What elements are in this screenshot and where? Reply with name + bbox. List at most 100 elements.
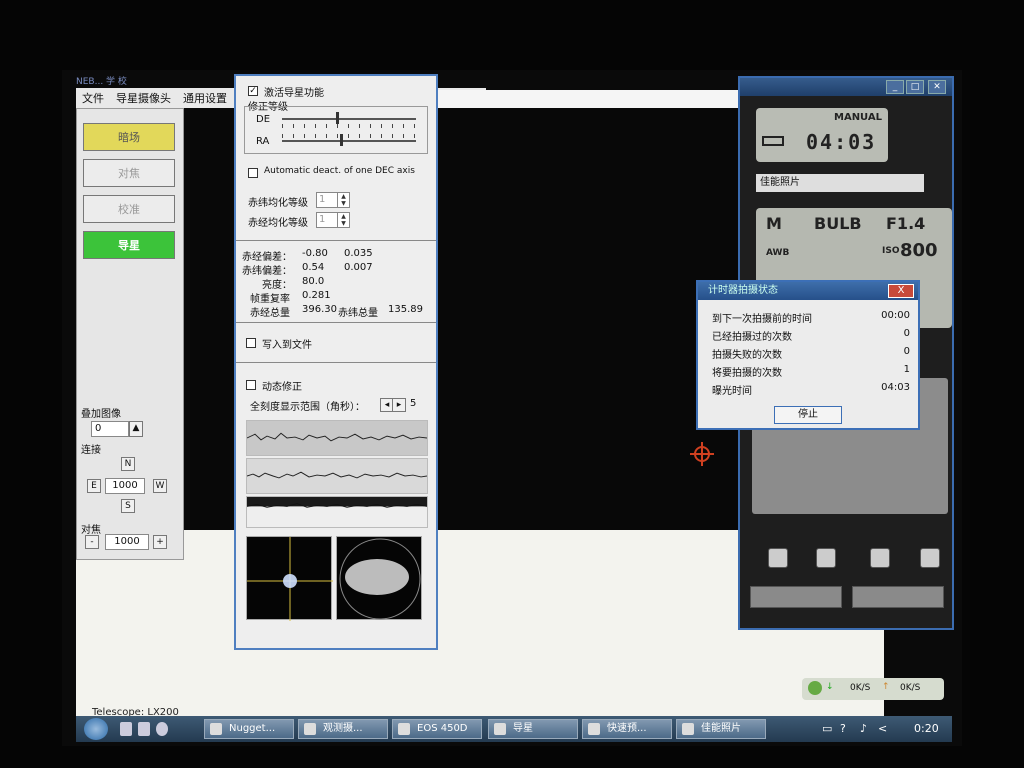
camera-folder-icon[interactable] [870,548,890,568]
dec-avg-spinner[interactable]: ▲ ▼ [337,193,349,207]
focus-step-input[interactable]: 1000 [105,534,149,550]
status-label: 将要拍摄的次数 [712,368,782,379]
stack-input[interactable]: 0 [91,421,129,437]
shooting-mode[interactable]: M [766,214,782,233]
camera-album-name: 佳能照片 [756,174,924,192]
shutter-speed[interactable]: BULB [814,214,862,233]
dark-frame-button[interactable]: 暗场 [83,123,175,151]
status-value: 0 [903,328,910,339]
calibrate-button[interactable]: 校准 [83,195,175,223]
write-file-checkbox[interactable] [246,338,256,348]
dec-avg-label: 赤纬均化等级 [248,198,308,209]
dynamic-correction-checkbox[interactable] [246,380,256,390]
camera-action-button-1[interactable] [750,586,842,608]
enable-guide-label: 激活导星功能 [264,88,324,99]
camera-shoot-icon[interactable] [768,548,788,568]
dec-total-label: 赤纬总量 [338,308,378,319]
move-west-button[interactable]: W [153,479,167,493]
ra-avg-input[interactable]: 1 ▲ ▼ [316,212,350,228]
camera-transfer-icon[interactable] [816,548,836,568]
ra-error-rms: 0.035 [344,248,373,259]
de-slider-handle[interactable] [336,112,339,124]
focus-plus-button[interactable]: + [153,535,167,549]
scale-increase-button[interactable]: ▸ [392,398,406,412]
enable-guide-checkbox[interactable]: ✓ [248,86,258,96]
exposure-timer: 04:03 [806,130,877,154]
taskbar-item[interactable]: EOS 450D [392,719,482,739]
ra-label: RA [256,136,270,147]
repeat-rate-value: 0.281 [302,290,331,301]
menu-file[interactable]: 文件 [82,90,104,106]
dec-error-label: 赤纬偏差： [242,266,292,277]
keyboard-icon[interactable]: ▭ [822,722,832,735]
dec-avg-input[interactable]: 1 ▲ ▼ [316,192,350,208]
star-thumbnail [246,536,333,621]
auto-deact-label: Automatic deact. of one DEC axis [264,166,415,176]
guide-button[interactable]: 导星 [83,231,175,259]
auto-deact-checkbox[interactable] [248,168,258,178]
taskbar-item[interactable]: Nugget... [204,719,294,739]
guide-star-crosshair-icon [690,442,714,466]
help-icon[interactable]: ? [840,722,846,735]
taskbar-item[interactable]: 观测摄... [298,719,388,739]
camera-settings-icon[interactable] [920,548,940,568]
ra-error-value: -0.80 [302,248,328,259]
guide-settings-panel: ✓ 激活导星功能 修正等级 DE RA Automatic deact. of … [234,74,438,650]
quicklaunch-icon[interactable] [156,722,168,736]
ra-error-label: 赤经偏差： [242,252,292,263]
image-toolbar-strip [438,90,740,108]
minimize-button[interactable]: _ [886,80,904,94]
iso-value[interactable]: 800 [900,240,938,261]
quicklaunch-icon[interactable] [138,722,150,736]
ra-total-label: 赤经总量 [250,308,290,319]
aperture[interactable]: F1.4 [886,214,925,233]
scale-label: 全刻度显示范围（角秒）： [250,402,365,413]
status-label: 拍摄失败的次数 [712,350,782,361]
control-panel: 暗场 对焦 校准 导星 叠加图像 0 ▲ 连接 N E 1000 W S 对焦 … [76,108,184,560]
camera-action-button-2[interactable] [852,586,944,608]
speaker-icon[interactable]: ♪ [860,722,867,735]
move-step-input[interactable]: 1000 [105,478,145,494]
status-label: 曝光时间 [712,386,752,397]
upload-arrow-icon: ↑ [882,682,890,692]
ra-slider-track[interactable] [282,140,416,142]
maximize-button[interactable]: □ [906,80,924,94]
dec-error-value: 0.54 [302,262,325,273]
dialog-close-button[interactable]: X [888,284,914,298]
clock[interactable]: 0:20 [914,722,939,735]
iso-label: ISO [882,246,900,256]
taskbar-item[interactable]: 导星 [488,719,578,739]
focus-group-label: 对焦 [81,525,101,536]
focus-minus-button[interactable]: - [85,535,99,549]
de-slider-track[interactable] [282,118,416,120]
stack-spinner[interactable]: ▲ [129,421,143,437]
error-scatter-plot [336,536,422,620]
brightness-value: 80.0 [302,276,325,287]
upload-speed: 0K/S [900,683,921,693]
camera-title-bar: _ □ ✕ [740,78,952,96]
ra-avg-spinner[interactable]: ▲ ▼ [337,213,349,227]
close-button[interactable]: ✕ [928,80,946,94]
stop-button[interactable]: 停止 [774,406,842,424]
status-value: 0 [903,346,910,357]
ra-avg-value: 1 [319,214,326,225]
de-label: DE [256,114,271,125]
focus-button[interactable]: 对焦 [83,159,175,187]
ra-slider-handle[interactable] [340,134,343,146]
move-south-button[interactable]: S [121,499,135,513]
dynamic-correction-label: 动态修正 [262,382,302,393]
stack-label: 叠加图像 [81,409,121,420]
menu-guide-camera[interactable]: 导星摄像头 [116,90,171,106]
quicklaunch-icon[interactable] [120,722,132,736]
de-slider-ticks [282,124,416,128]
menu-settings[interactable]: 通用设置 [183,90,227,106]
tray-expand-icon[interactable]: < [878,722,887,735]
white-balance[interactable]: AWB [766,248,789,258]
taskbar-item[interactable]: 佳能照片 [676,719,766,739]
move-east-button[interactable]: E [87,479,101,493]
taskbar-item[interactable]: 快速预... [582,719,672,739]
start-button-icon[interactable] [84,718,108,740]
move-north-button[interactable]: N [121,457,135,471]
status-label: 已经拍摄过的次数 [712,332,792,343]
network-speed-widget: ↓ 0K/S ↑ 0K/S [802,678,944,700]
